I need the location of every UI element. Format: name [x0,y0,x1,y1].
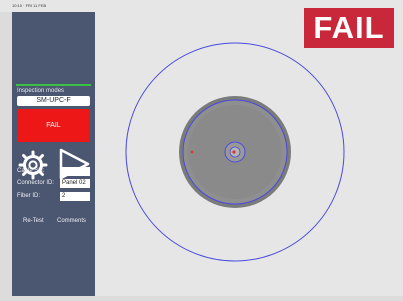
inspection-modes-label: Inspection modes [17,88,65,94]
retest-button[interactable]: Re-Test [23,218,44,224]
fail-overlay-badge: FAIL [304,8,394,48]
cable-sn-field[interactable] [60,167,90,176]
gear-icon[interactable] [18,150,48,180]
inspection-mode-selector[interactable]: SM-UPC-F [17,96,90,106]
fiber-endface-image [95,8,403,296]
result-status-badge: FAIL [17,109,90,142]
sidebar-divider [16,84,91,86]
connector-id-label: Connector ID: [17,180,55,186]
fiber-id-label: Fiber ID: [17,193,41,199]
connector-id-field[interactable]: Panel 02 [60,179,90,188]
defect-marker [190,150,194,154]
sidebar: Inspection modes SM-UPC-F FAIL Cable SN:… [12,12,95,296]
status-text: 10:10 · FRI 11 FEB [12,3,47,8]
comments-button[interactable]: Comments [57,218,86,224]
fiber-image-viewer [95,8,403,296]
fiber-id-field[interactable]: 2 [60,192,90,201]
cable-sn-label: Cable SN: [17,168,45,174]
defect-marker [232,150,236,154]
